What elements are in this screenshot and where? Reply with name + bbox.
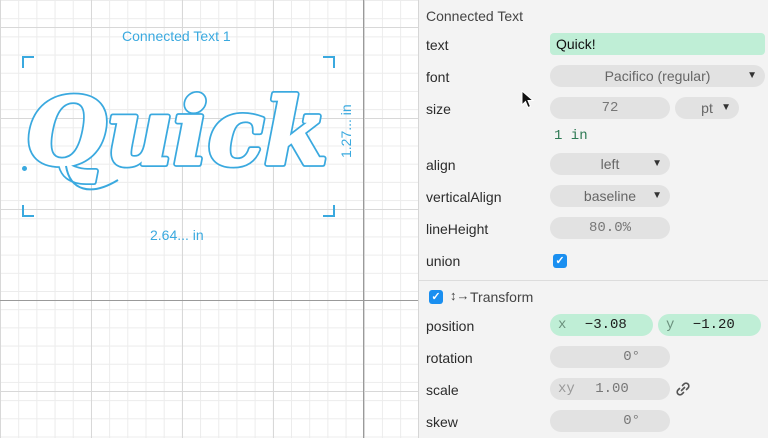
- font-select-value: Pacifico (regular): [604, 68, 711, 84]
- row-rotation: rotation 0°: [419, 342, 768, 374]
- size-unit-value: pt: [701, 100, 713, 116]
- position-y-value: −1.20: [692, 317, 735, 333]
- row-position: position x −3.08 y −1.20: [419, 310, 768, 342]
- row-text: text Quick!: [419, 29, 768, 61]
- height-dimension-label: 1.27... in: [338, 104, 354, 158]
- vertical-align-label: verticalAlign: [426, 189, 502, 205]
- position-x-value: −3.08: [584, 317, 627, 333]
- skew-input[interactable]: 0°: [550, 410, 670, 432]
- canvas-y-axis: [363, 0, 364, 438]
- row-size: size 72 pt ▼: [419, 93, 768, 125]
- panel-title: Connected Text: [426, 8, 524, 24]
- row-skew: skew 0°: [419, 406, 768, 438]
- row-align: align left ▼: [419, 149, 768, 181]
- skew-label: skew: [426, 414, 458, 430]
- line-height-label: lineHeight: [426, 221, 489, 237]
- text-input[interactable]: Quick!: [550, 33, 765, 55]
- chevron-down-icon: ▼: [652, 190, 662, 201]
- size-input[interactable]: 72: [550, 97, 670, 119]
- align-select[interactable]: left ▼: [550, 153, 670, 175]
- rotation-input[interactable]: 0°: [550, 346, 670, 368]
- position-x-input[interactable]: x −3.08: [550, 314, 653, 336]
- row-line-height: lineHeight 80.0%: [419, 213, 768, 245]
- font-label: font: [426, 69, 450, 85]
- row-scale: scale xy 1.00: [419, 374, 768, 406]
- scale-prefix: xy: [558, 381, 575, 397]
- chevron-down-icon: ▼: [652, 158, 662, 169]
- width-dimension-label: 2.64... in: [150, 227, 204, 243]
- text-label: text: [426, 37, 449, 53]
- canvas-x-axis: [0, 300, 418, 301]
- union-checkbox[interactable]: ✓: [553, 254, 567, 268]
- row-union: union ✓: [419, 245, 768, 277]
- y-prefix: y: [666, 317, 675, 333]
- align-select-value: left: [600, 156, 620, 172]
- position-y-input[interactable]: y −1.20: [658, 314, 761, 336]
- scale-value: 1.00: [595, 381, 629, 397]
- design-canvas[interactable]: Connected Text 1 Quick! Quick! 2.64... i…: [0, 0, 418, 438]
- object-name-label: Connected Text 1: [122, 28, 231, 44]
- vertical-align-select[interactable]: baseline ▼: [550, 185, 670, 207]
- checkmark-icon: ✓: [431, 291, 441, 303]
- scale-label: scale: [426, 382, 459, 398]
- scale-input[interactable]: xy 1.00: [550, 378, 670, 400]
- x-prefix: x: [558, 317, 567, 333]
- checkmark-icon: ✓: [555, 255, 565, 267]
- position-label: position: [426, 318, 475, 334]
- size-label: size: [426, 101, 451, 117]
- link-icon[interactable]: [675, 381, 691, 397]
- size-conversion: 1 in: [554, 128, 588, 144]
- connected-text-shape[interactable]: Quick! Quick!: [20, 62, 330, 212]
- mouse-pointer-icon: [521, 90, 535, 109]
- transform-header: Transform: [470, 289, 534, 305]
- union-label: union: [426, 253, 461, 269]
- section-divider: [419, 280, 768, 281]
- font-select[interactable]: Pacifico (regular) ▼: [550, 65, 765, 87]
- rotation-label: rotation: [426, 350, 473, 366]
- align-label: align: [426, 157, 456, 173]
- chevron-down-icon: ▼: [747, 70, 757, 81]
- row-font: font Pacifico (regular) ▼: [419, 61, 768, 93]
- size-unit-select[interactable]: pt ▼: [675, 97, 739, 119]
- chevron-down-icon: ▼: [721, 102, 731, 113]
- line-height-input[interactable]: 80.0%: [550, 217, 670, 239]
- row-vertical-align: verticalAlign baseline ▼: [419, 181, 768, 213]
- move-arrows-icon: ↕→: [450, 288, 470, 303]
- vertical-align-value: baseline: [583, 188, 637, 204]
- inspector-panel: Connected Text text Quick! font Pacifico…: [418, 0, 768, 438]
- connected-text-glyphs-inner: Quick!: [26, 78, 330, 186]
- transform-checkbox[interactable]: ✓: [429, 290, 443, 304]
